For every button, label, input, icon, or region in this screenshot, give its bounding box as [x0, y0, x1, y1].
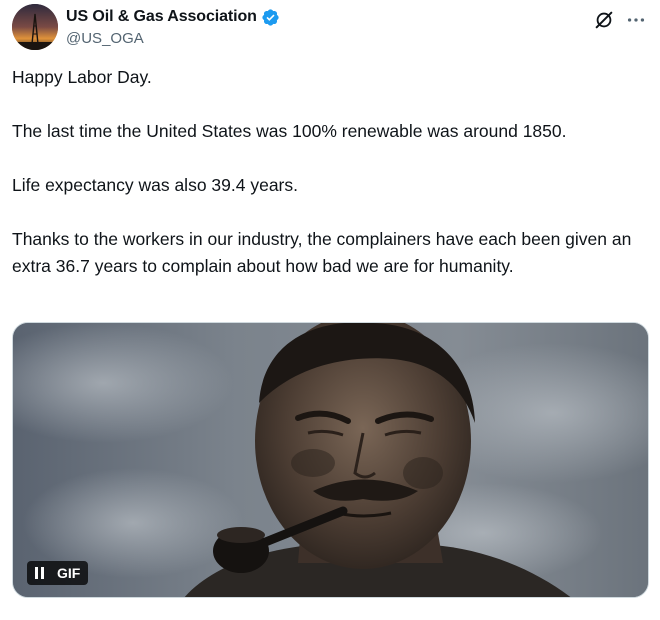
name-row: US Oil & Gas Association [66, 6, 280, 28]
tweet-paragraph: Happy Labor Day. [12, 67, 152, 87]
pause-icon[interactable] [27, 561, 51, 585]
tweet-paragraph: Life expectancy was also 39.4 years. [12, 175, 298, 195]
tweet-text: Happy Labor Day. The last time the Unite… [12, 64, 648, 280]
more-icon[interactable] [624, 8, 648, 32]
avatar-image [12, 4, 58, 50]
gif-media[interactable]: GIF [12, 322, 649, 598]
avatar[interactable] [12, 4, 58, 50]
author-info: US Oil & Gas Association @US_OGA [66, 6, 280, 47]
verified-badge-icon[interactable] [261, 8, 280, 27]
gif-badge: GIF [57, 565, 81, 581]
gif-controls: GIF [27, 561, 89, 585]
gif-frame [13, 323, 648, 597]
handle[interactable]: @US_OGA [66, 30, 280, 47]
display-name[interactable]: US Oil & Gas Association [66, 8, 257, 26]
tweet-paragraph: The last time the United States was 100%… [12, 121, 567, 141]
header-actions [592, 8, 648, 32]
tweet-paragraph: Thanks to the workers in our industry, t… [12, 229, 632, 276]
tweet-header: US Oil & Gas Association @US_OGA [12, 4, 648, 52]
grok-icon[interactable] [592, 8, 616, 32]
